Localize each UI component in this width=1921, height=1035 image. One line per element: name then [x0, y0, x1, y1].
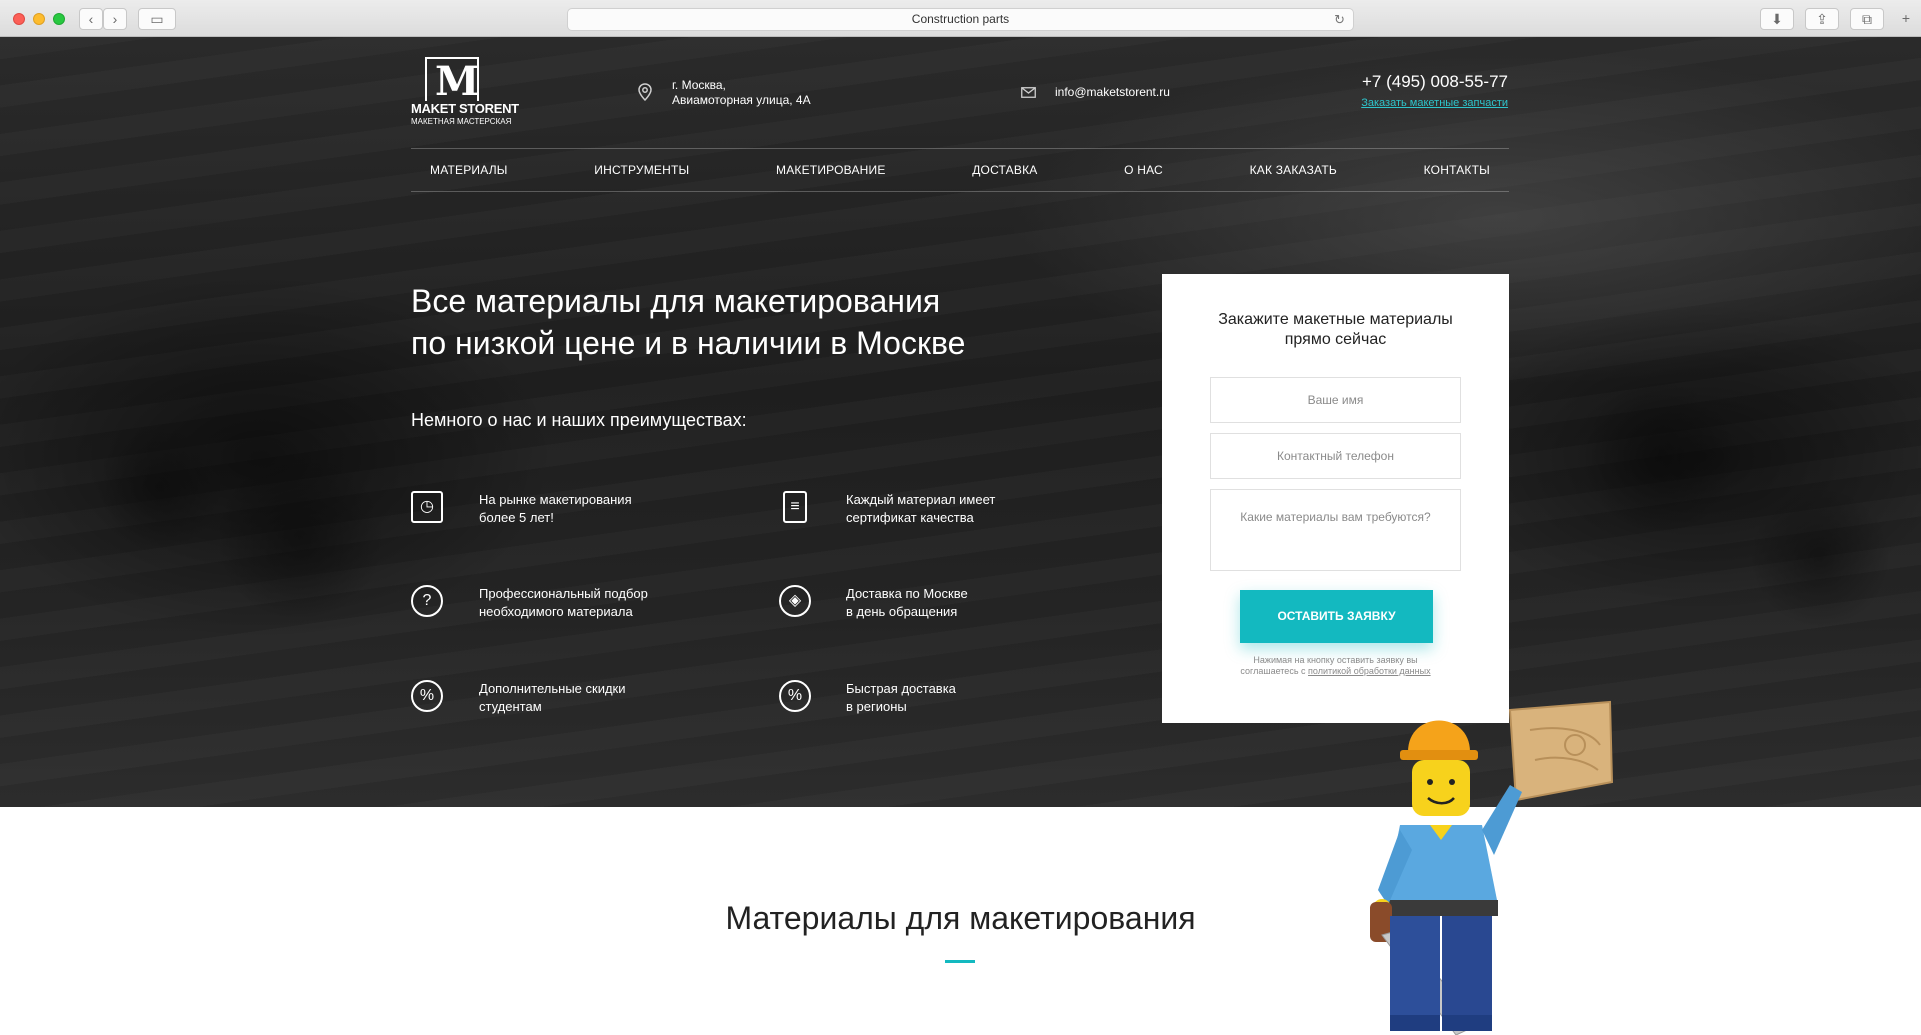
feature-item: % Дополнительные скидки студентам — [411, 680, 711, 730]
zoom-window-button[interactable] — [53, 13, 65, 25]
hero-background — [0, 337, 1921, 807]
logo-title: MAKET STORENT — [411, 101, 519, 116]
form-title: Закажите макетные материалы прямо сейчас — [1218, 311, 1453, 348]
forward-button[interactable]: › — [103, 8, 127, 30]
feature-text: Профессиональный подбор необходимого мате… — [479, 586, 648, 619]
certificate-icon: ≡ — [783, 491, 807, 523]
materials-textarea[interactable]: Какие материалы вам требуются? — [1210, 489, 1461, 571]
feature-text: Доставка по Москве в день обращения — [846, 586, 968, 619]
nav-item-how-to-order[interactable]: КАК ЗАКАЗАТЬ — [1250, 163, 1337, 177]
tabs-icon: ⧉ — [1862, 11, 1872, 27]
site-logo[interactable]: M MAKET STORENT МАКЕТНАЯ МАСТЕРСКАЯ — [411, 57, 519, 129]
logo-mark: M — [425, 57, 479, 103]
wood-plank-illustration — [1508, 700, 1614, 802]
name-field[interactable]: Ваше имя — [1210, 377, 1461, 423]
email-link[interactable]: info@maketstorent.ru — [1055, 85, 1170, 100]
hard-hat-illustration — [1400, 720, 1478, 760]
feature-item: ◷ На рынке макетирования более 5 лет! — [411, 491, 711, 541]
minimize-window-button[interactable] — [33, 13, 45, 25]
lego-worker-illustration — [1370, 700, 1614, 1035]
nav-item-delivery[interactable]: ДОСТАВКА — [972, 163, 1037, 177]
nav-item-tools[interactable]: ИНСТРУМЕНТЫ — [594, 163, 689, 177]
downloads-button[interactable]: ⬇ — [1760, 8, 1794, 30]
calendar-clock-icon: ◷ — [411, 491, 443, 523]
sidebar-icon: ▭ — [150, 11, 164, 27]
percent-icon: % — [779, 680, 811, 712]
address: г. Москва, Авиамоторная улица, 4А — [672, 78, 811, 108]
location-pin-icon — [638, 83, 652, 101]
share-icon: ⇪ — [1816, 11, 1828, 27]
download-icon: ⬇ — [1771, 11, 1783, 27]
nav-item-about[interactable]: О НАС — [1124, 163, 1163, 177]
main-nav: МАТЕРИАЛЫ ИНСТРУМЕНТЫ МАКЕТИРОВАНИЕ ДОСТ… — [411, 148, 1509, 192]
address-bar[interactable]: Construction parts ↻ — [567, 8, 1354, 31]
address-street: Авиамоторная улица, 4А — [672, 93, 811, 107]
nav-item-modeling[interactable]: МАКЕТИРОВАНИЕ — [776, 163, 886, 177]
privacy-note: Нажимая на кнопку оставить заявку вы сог… — [1240, 655, 1431, 676]
sidebar-toggle-button[interactable]: ▭ — [138, 8, 176, 30]
page-title: Construction parts — [911, 12, 1010, 26]
nav-item-materials[interactable]: МАТЕРИАЛЫ — [430, 163, 508, 177]
plus-icon: + — [1901, 10, 1911, 26]
nav-item-contacts[interactable]: КОНТАКТЫ — [1424, 163, 1490, 177]
feature-text: Дополнительные скидки студентам — [479, 681, 626, 714]
phone-number[interactable]: +7 (495) 008-55-77 — [1362, 72, 1508, 92]
share-button[interactable]: ⇪ — [1805, 8, 1839, 30]
delivery-globe-icon: ◈ — [779, 585, 811, 617]
feature-text: Быстрая доставка в регионы — [846, 681, 956, 714]
phone-field[interactable]: Контактный телефон — [1210, 433, 1461, 479]
hero-subhead: Немного о нас и наших преимуществах: — [411, 410, 747, 430]
question-icon: ? — [411, 585, 443, 617]
materials-section-title: Материалы для макетирования — [725, 900, 1196, 936]
address-city: г. Москва, — [672, 78, 726, 92]
title-underline — [945, 960, 975, 963]
logo-subtitle: МАКЕТНАЯ МАСТЕРСКАЯ — [411, 117, 512, 126]
close-window-button[interactable] — [13, 13, 25, 25]
feature-item: ? Профессиональный подбор необходимого ма… — [411, 585, 711, 635]
feature-text: На рынке макетирования более 5 лет! — [479, 492, 632, 525]
feature-item: % Быстрая доставка в регионы — [779, 680, 1079, 730]
tabs-button[interactable]: ⧉ — [1850, 8, 1884, 30]
feature-item: ◈ Доставка по Москве в день обращения — [779, 585, 1079, 635]
hero-section: M MAKET STORENT МАКЕТНАЯ МАСТЕРСКАЯ г. М… — [0, 37, 1921, 807]
order-parts-link[interactable]: Заказать макетные запчасти — [1361, 97, 1508, 109]
chevron-left-icon: ‹ — [88, 11, 94, 27]
privacy-policy-link[interactable]: политикой обработки данных — [1308, 666, 1431, 676]
hero-headline: Все материалы для макетирования по низко… — [411, 280, 1031, 364]
browser-toolbar: ‹ › ▭ Construction parts ↻ ⬇ ⇪ ⧉ + — [0, 0, 1921, 37]
feature-text: Каждый материал имеет сертификат качества — [846, 492, 996, 525]
chevron-right-icon: › — [112, 11, 118, 27]
minifig-head-illustration — [1412, 760, 1470, 816]
submit-request-button[interactable]: ОСТАВИТЬ ЗАЯВКУ — [1240, 590, 1433, 643]
order-form: Закажите макетные материалы прямо сейчас … — [1162, 274, 1509, 723]
reload-icon[interactable]: ↻ — [1334, 9, 1345, 30]
new-tab-button[interactable]: + — [1896, 8, 1916, 30]
percent-icon: % — [411, 680, 443, 712]
envelope-icon — [1021, 87, 1036, 98]
headline-line-1: Все материалы для макетирования — [411, 283, 941, 319]
headline-line-2: по низкой цене и в наличии в Москве — [411, 325, 966, 361]
back-button[interactable]: ‹ — [79, 8, 103, 30]
feature-item: ≡ Каждый материал имеет сертификат качест… — [779, 491, 1079, 541]
